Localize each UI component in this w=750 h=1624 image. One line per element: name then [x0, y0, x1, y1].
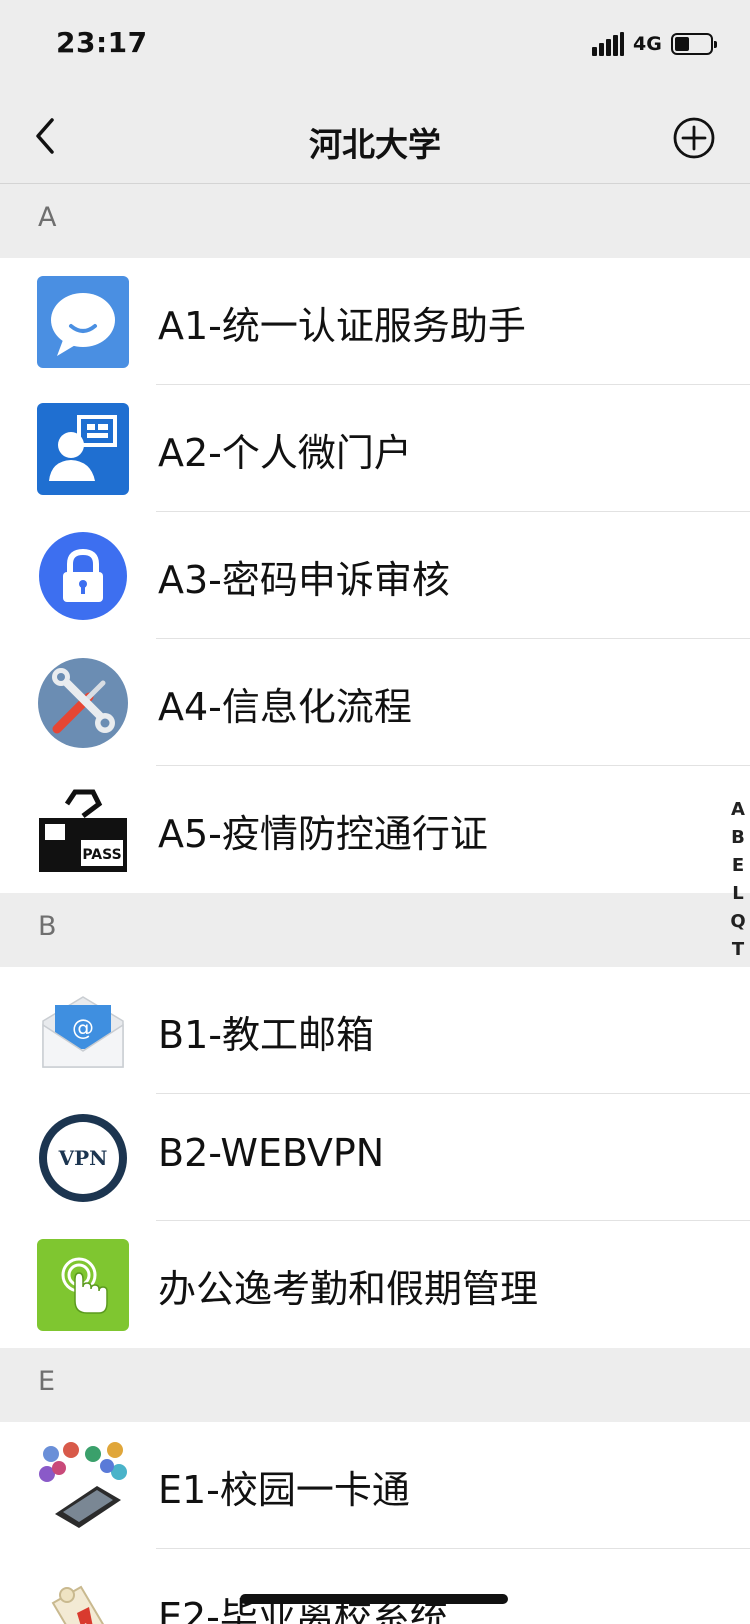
svg-text:PASS: PASS	[82, 847, 121, 863]
fingerprint-hand-icon	[37, 1239, 129, 1331]
padlock-icon	[37, 530, 129, 622]
list-item-e2[interactable]: E2-毕业离校系统	[0, 1549, 750, 1624]
home-indicator[interactable]	[240, 1594, 508, 1604]
list-item-a4[interactable]: A4-信息化流程	[0, 639, 750, 766]
index-letter-a[interactable]: A	[731, 796, 745, 824]
list-item-a5[interactable]: PASS A5-疫情防控通行证	[0, 766, 750, 893]
list-item-a2[interactable]: A2-个人微门户	[0, 385, 750, 512]
list-item-a3[interactable]: A3-密码申诉审核	[0, 512, 750, 639]
profile-portal-icon	[37, 403, 129, 495]
navigation-bar: 河北大学	[0, 88, 750, 184]
list-item-b2[interactable]: VPN B2-WEBVPN	[0, 1094, 750, 1221]
item-label: A1-统一认证服务助手	[158, 304, 526, 348]
list-item-b1[interactable]: @ B1-教工邮箱	[0, 967, 750, 1094]
add-button[interactable]	[672, 116, 716, 160]
network-type: 4G	[633, 33, 662, 55]
app-list: A A1-统一认证服务助手 A2-个人微门户 A3-密码申诉审核 A4-信息化流…	[0, 184, 750, 1624]
item-label: B2-WEBVPN	[158, 1131, 385, 1175]
item-label: A3-密码申诉审核	[158, 558, 450, 602]
section-letter: B	[38, 911, 57, 942]
list-item-b3[interactable]: 办公逸考勤和假期管理	[0, 1221, 750, 1348]
wrench-screwdriver-icon	[37, 657, 129, 749]
index-letter-t[interactable]: T	[732, 936, 744, 964]
section-letter: E	[38, 1366, 56, 1397]
status-bar: 23:17 4G	[0, 0, 750, 88]
index-letter-l[interactable]: L	[732, 880, 743, 908]
index-letter-e[interactable]: E	[732, 852, 744, 880]
section-header-b: B	[0, 893, 750, 967]
list-item-a1[interactable]: A1-统一认证服务助手	[0, 258, 750, 385]
section-header-a: A	[0, 184, 750, 258]
pass-card-icon: PASS	[37, 784, 129, 876]
email-envelope-icon: @	[37, 985, 129, 1077]
item-label: A2-个人微门户	[158, 431, 412, 475]
plus-circle-icon	[673, 117, 715, 159]
item-label: A4-信息化流程	[158, 685, 412, 729]
svg-text:VPN: VPN	[58, 1146, 108, 1170]
index-letter-q[interactable]: Q	[730, 908, 745, 936]
campus-card-icon	[37, 1440, 129, 1532]
status-time: 23:17	[56, 26, 148, 59]
list-item-e1[interactable]: E1-校园一卡通	[0, 1422, 750, 1549]
vpn-icon: VPN	[37, 1112, 129, 1204]
item-label: E2-毕业离校系统	[158, 1595, 448, 1624]
signal-strength-icon	[592, 32, 624, 56]
item-label: E1-校园一卡通	[158, 1468, 410, 1512]
svg-text:@: @	[72, 1016, 94, 1041]
index-letter-b[interactable]: B	[731, 824, 745, 852]
diploma-scroll-icon	[37, 1567, 129, 1624]
section-letter: A	[38, 202, 57, 233]
item-label: A5-疫情防控通行证	[158, 812, 488, 856]
chat-bubble-icon	[37, 276, 129, 368]
section-header-e: E	[0, 1348, 750, 1422]
item-label: B1-教工邮箱	[158, 1013, 374, 1057]
battery-icon	[671, 33, 717, 55]
alphabet-index[interactable]: A B E L Q T	[727, 796, 749, 964]
page-title: 河北大学	[309, 125, 441, 164]
item-label: 办公逸考勤和假期管理	[158, 1267, 539, 1311]
